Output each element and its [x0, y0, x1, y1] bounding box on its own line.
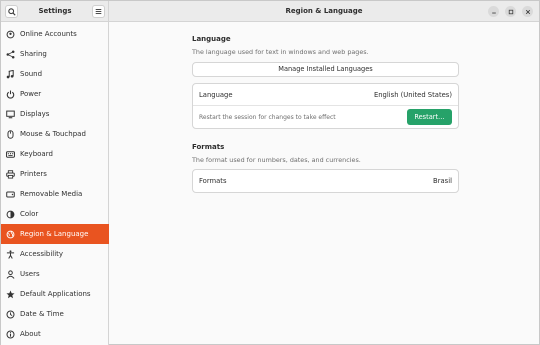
- clock-icon: [6, 309, 15, 319]
- formats-row-value: Brasil: [433, 177, 452, 185]
- sidebar-item-keyboard[interactable]: Keyboard: [1, 144, 109, 164]
- language-panel: Language English (United States) Restart…: [192, 83, 459, 129]
- sidebar-item-sound[interactable]: Sound: [1, 64, 109, 84]
- maximize-button[interactable]: [505, 6, 516, 17]
- users-icon: [6, 269, 15, 279]
- sidebar-item-about[interactable]: About: [1, 324, 109, 344]
- formats-row[interactable]: Formats Brasil: [192, 169, 459, 193]
- main-content: Language The language used for text in w…: [110, 22, 539, 344]
- sharing-icon: [6, 50, 15, 59]
- minimize-icon: [491, 12, 496, 13]
- language-row-value[interactable]: English (United States): [374, 91, 452, 99]
- sidebar-item-label: Displays: [20, 110, 50, 118]
- sidebar-item-label: Printers: [20, 170, 47, 178]
- maximize-icon: [508, 9, 513, 14]
- sidebar-item-label: Keyboard: [20, 150, 53, 158]
- sidebar: Online Accounts Sharing Sound Power Disp…: [1, 22, 109, 345]
- sidebar-item-label: Sound: [20, 70, 43, 78]
- sidebar-item-date-time[interactable]: Date & Time: [1, 304, 109, 324]
- sidebar-item-label: Color: [20, 210, 39, 218]
- formats-section-subtitle: The format used for numbers, dates, and …: [192, 156, 361, 164]
- sidebar-item-label: Users: [20, 270, 40, 278]
- sidebar-item-displays[interactable]: Displays: [1, 104, 109, 124]
- sidebar-item-label: Accessibility: [20, 250, 64, 258]
- sidebar-item-label: Sharing: [20, 50, 47, 58]
- region-icon: [6, 230, 15, 239]
- restart-button[interactable]: Restart…: [407, 109, 452, 125]
- page-title: Region & Language: [285, 7, 363, 15]
- sidebar-item-label: About: [20, 330, 41, 338]
- minimize-button[interactable]: [488, 6, 499, 17]
- sidebar-item-default-applications[interactable]: Default Applications: [1, 284, 109, 304]
- divider: [193, 105, 458, 106]
- printer-icon: [6, 169, 15, 179]
- sidebar-item-mouse-touchpad[interactable]: Mouse & Touchpad: [1, 124, 109, 144]
- info-icon: [6, 329, 15, 339]
- displays-icon: [6, 110, 15, 119]
- restart-note: Restart the session for changes to take …: [199, 114, 336, 121]
- sidebar-item-users[interactable]: Users: [1, 264, 109, 284]
- color-icon: [6, 210, 15, 219]
- sidebar-item-color[interactable]: Color: [1, 204, 109, 224]
- removable-media-icon: [6, 190, 15, 199]
- sidebar-title: Settings: [38, 7, 72, 15]
- sidebar-item-accessibility[interactable]: Accessibility: [1, 244, 109, 264]
- manage-languages-button[interactable]: Manage Installed Languages: [192, 62, 459, 77]
- power-icon: [6, 90, 15, 99]
- language-section-subtitle: The language used for text in windows an…: [192, 48, 369, 56]
- main-headerbar: Region & Language: [109, 1, 539, 22]
- sidebar-item-label: Region & Language: [20, 230, 89, 238]
- star-icon: [6, 290, 15, 299]
- sidebar-item-label: Date & Time: [20, 310, 64, 318]
- accessibility-icon: [6, 249, 15, 259]
- sidebar-item-removable-media[interactable]: Removable Media: [1, 184, 109, 204]
- online-accounts-icon: [6, 30, 15, 39]
- settings-window: Settings Region & Language Online Accoun…: [0, 0, 540, 345]
- mouse-icon: [6, 129, 15, 139]
- language-row-label: Language: [199, 91, 233, 99]
- close-button[interactable]: [522, 6, 533, 17]
- keyboard-icon: [6, 150, 15, 159]
- sidebar-item-printers[interactable]: Printers: [1, 164, 109, 184]
- formats-section-title: Formats: [192, 143, 225, 151]
- sidebar-item-label: Power: [20, 90, 42, 98]
- sidebar-item-label: Mouse & Touchpad: [20, 130, 86, 138]
- close-icon: [525, 9, 530, 14]
- sidebar-item-sharing[interactable]: Sharing: [1, 44, 109, 64]
- menu-icon: [95, 9, 102, 15]
- formats-row-label: Formats: [199, 177, 227, 185]
- sound-icon: [6, 69, 15, 79]
- sidebar-item-label: Online Accounts: [20, 30, 77, 38]
- sidebar-item-online-accounts[interactable]: Online Accounts: [1, 24, 109, 44]
- language-section-title: Language: [192, 35, 231, 43]
- menu-button[interactable]: [92, 5, 105, 18]
- search-icon: [7, 7, 16, 16]
- sidebar-item-label: Default Applications: [20, 290, 91, 298]
- sidebar-item-label: Removable Media: [20, 190, 83, 198]
- sidebar-headerbar: Settings: [1, 1, 109, 22]
- sidebar-item-power[interactable]: Power: [1, 84, 109, 104]
- sidebar-item-region-language[interactable]: Region & Language: [1, 224, 109, 244]
- search-button[interactable]: [5, 5, 18, 18]
